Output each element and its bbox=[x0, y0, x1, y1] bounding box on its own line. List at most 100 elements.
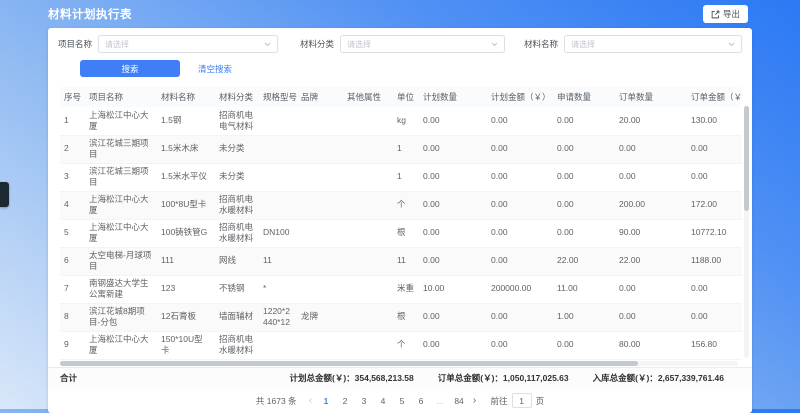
material-name-label: 材料名称 bbox=[524, 38, 558, 50]
inbound-total-label: 入库总金额(￥)： bbox=[593, 373, 658, 383]
table-cell: 1.5钢 bbox=[157, 107, 215, 135]
clear-search-link[interactable]: 清空搜索 bbox=[198, 63, 232, 75]
search-button[interactable]: 搜索 bbox=[80, 60, 180, 77]
table-row: 2滨江花城三期项目1.5米木床未分类10.000.000.000.000.00 bbox=[60, 135, 742, 163]
table-cell bbox=[259, 107, 297, 135]
next-page-button[interactable]: › bbox=[469, 396, 481, 406]
table-cell bbox=[297, 135, 343, 163]
table-header-row: 序号项目名称材料名称材料分类规格型号品牌其他属性单位计划数量计划金额（￥）申请数… bbox=[60, 87, 742, 107]
filter-row: 项目名称 请选择 材料分类 请选择 bbox=[58, 34, 742, 54]
table-cell: 22.00 bbox=[553, 247, 615, 275]
table-cell bbox=[259, 331, 297, 359]
table-cell: 0.00 bbox=[419, 247, 487, 275]
table-cell: kg bbox=[393, 107, 419, 135]
table-cell: 11.00 bbox=[553, 275, 615, 303]
goto-page-input[interactable] bbox=[512, 393, 532, 408]
page-button[interactable]: 5 bbox=[393, 396, 412, 406]
vertical-scrollbar[interactable] bbox=[744, 106, 749, 211]
table-cell bbox=[259, 163, 297, 191]
table-cell bbox=[297, 191, 343, 219]
table-cell: 滨江花城三期项目 bbox=[85, 163, 157, 191]
vertical-scrollbar-track bbox=[744, 106, 749, 358]
page-title: 材料计划执行表 bbox=[48, 6, 132, 22]
table-cell: 墙面辅材 bbox=[215, 303, 259, 331]
table-cell: DN100 bbox=[259, 219, 297, 247]
page-background: 材料计划执行表 导出 项目名称 请选择 bbox=[0, 0, 800, 413]
table-cell: 20.00 bbox=[615, 107, 687, 135]
table-cell bbox=[343, 191, 393, 219]
table-cell: 100*8U型卡 bbox=[157, 191, 215, 219]
sidebar-collapse-handle[interactable] bbox=[0, 182, 9, 207]
material-name-select[interactable]: 请选择 bbox=[564, 35, 742, 53]
page-button[interactable]: 1 bbox=[317, 396, 336, 406]
horizontal-scrollbar-track bbox=[60, 361, 738, 366]
table-cell: 网线 bbox=[215, 247, 259, 275]
column-header: 订单数量 bbox=[615, 87, 687, 107]
table-cell bbox=[297, 247, 343, 275]
table-cell: 1.00 bbox=[553, 303, 615, 331]
table-cell: 4 bbox=[60, 191, 85, 219]
order-total-label: 订单总金额(￥)： bbox=[438, 373, 503, 383]
table-cell bbox=[343, 135, 393, 163]
page-button[interactable]: 3 bbox=[355, 396, 374, 406]
page-list: 123456...84 bbox=[317, 396, 469, 406]
table-cell bbox=[297, 219, 343, 247]
export-icon bbox=[711, 10, 720, 19]
table-cell: 个 bbox=[393, 331, 419, 359]
project-name-select[interactable]: 请选择 bbox=[98, 35, 278, 53]
table-cell: 0.00 bbox=[615, 135, 687, 163]
column-header: 材料名称 bbox=[157, 87, 215, 107]
table-cell: 0.00 bbox=[487, 331, 553, 359]
table-cell: 11 bbox=[259, 247, 297, 275]
page-button[interactable]: 84 bbox=[450, 396, 469, 406]
table-cell: 未分类 bbox=[215, 135, 259, 163]
horizontal-scrollbar[interactable] bbox=[60, 361, 638, 366]
table-cell: 3 bbox=[60, 163, 85, 191]
column-header: 项目名称 bbox=[85, 87, 157, 107]
table-cell: 11 bbox=[393, 247, 419, 275]
table-cell: 0.00 bbox=[687, 135, 742, 163]
table-cell: 9 bbox=[60, 331, 85, 359]
table-cell: 1.5米水平仪 bbox=[157, 163, 215, 191]
table-cell: 0.00 bbox=[419, 163, 487, 191]
project-name-placeholder: 请选择 bbox=[105, 39, 129, 50]
table-cell: 上海松江中心大厦 bbox=[85, 107, 157, 135]
table-cell: 南钢盛达大学生公寓新建 bbox=[85, 275, 157, 303]
filter-group-project: 项目名称 请选择 bbox=[58, 35, 278, 53]
table-cell: 1.5米木床 bbox=[157, 135, 215, 163]
table-cell: 根 bbox=[393, 303, 419, 331]
table-cell: 0.00 bbox=[553, 107, 615, 135]
table-cell: 0.00 bbox=[487, 247, 553, 275]
table-cell: 0.00 bbox=[687, 275, 742, 303]
prev-page-button[interactable]: ‹ bbox=[305, 396, 317, 406]
table-cell: 招商机电水暖材料 bbox=[215, 219, 259, 247]
table-cell bbox=[259, 135, 297, 163]
table-cell: 8 bbox=[60, 303, 85, 331]
table-cell: 0.00 bbox=[487, 191, 553, 219]
table-cell: 1 bbox=[393, 135, 419, 163]
table-cell: 滨江花城三期项目 bbox=[85, 135, 157, 163]
chevron-down-icon bbox=[264, 42, 271, 47]
filter-bar: 项目名称 请选择 材料分类 请选择 bbox=[48, 28, 752, 83]
chevron-down-icon bbox=[728, 42, 735, 47]
column-header: 规格型号 bbox=[259, 87, 297, 107]
table-row: 8滨江花城8期项目-分包12石膏板墙面辅材1220*2440*12龙牌根0.00… bbox=[60, 303, 742, 331]
page-button[interactable]: 6 bbox=[412, 396, 431, 406]
page-button[interactable]: 4 bbox=[374, 396, 393, 406]
table-cell: 130.00 bbox=[687, 107, 742, 135]
export-button[interactable]: 导出 bbox=[703, 5, 748, 23]
table-cell: 1220*2440*12 bbox=[259, 303, 297, 331]
table-cell: 滨江花城8期项目-分包 bbox=[85, 303, 157, 331]
table-cell bbox=[297, 163, 343, 191]
table-cell: 0.00 bbox=[687, 163, 742, 191]
column-header: 序号 bbox=[60, 87, 85, 107]
table-cell: 2 bbox=[60, 135, 85, 163]
table-cell: 上海松江中心大厦 bbox=[85, 219, 157, 247]
table-cell: 7 bbox=[60, 275, 85, 303]
material-category-select[interactable]: 请选择 bbox=[340, 35, 505, 53]
table-cell bbox=[297, 107, 343, 135]
summary-totals: 计划总金额(￥)：354,568,213.58 订单总金额(￥)：1,050,1… bbox=[289, 372, 724, 384]
table-container: 序号项目名称材料名称材料分类规格型号品牌其他属性单位计划数量计划金额（￥）申请数… bbox=[48, 83, 752, 367]
table-cell: 0.00 bbox=[553, 191, 615, 219]
page-button[interactable]: 2 bbox=[336, 396, 355, 406]
